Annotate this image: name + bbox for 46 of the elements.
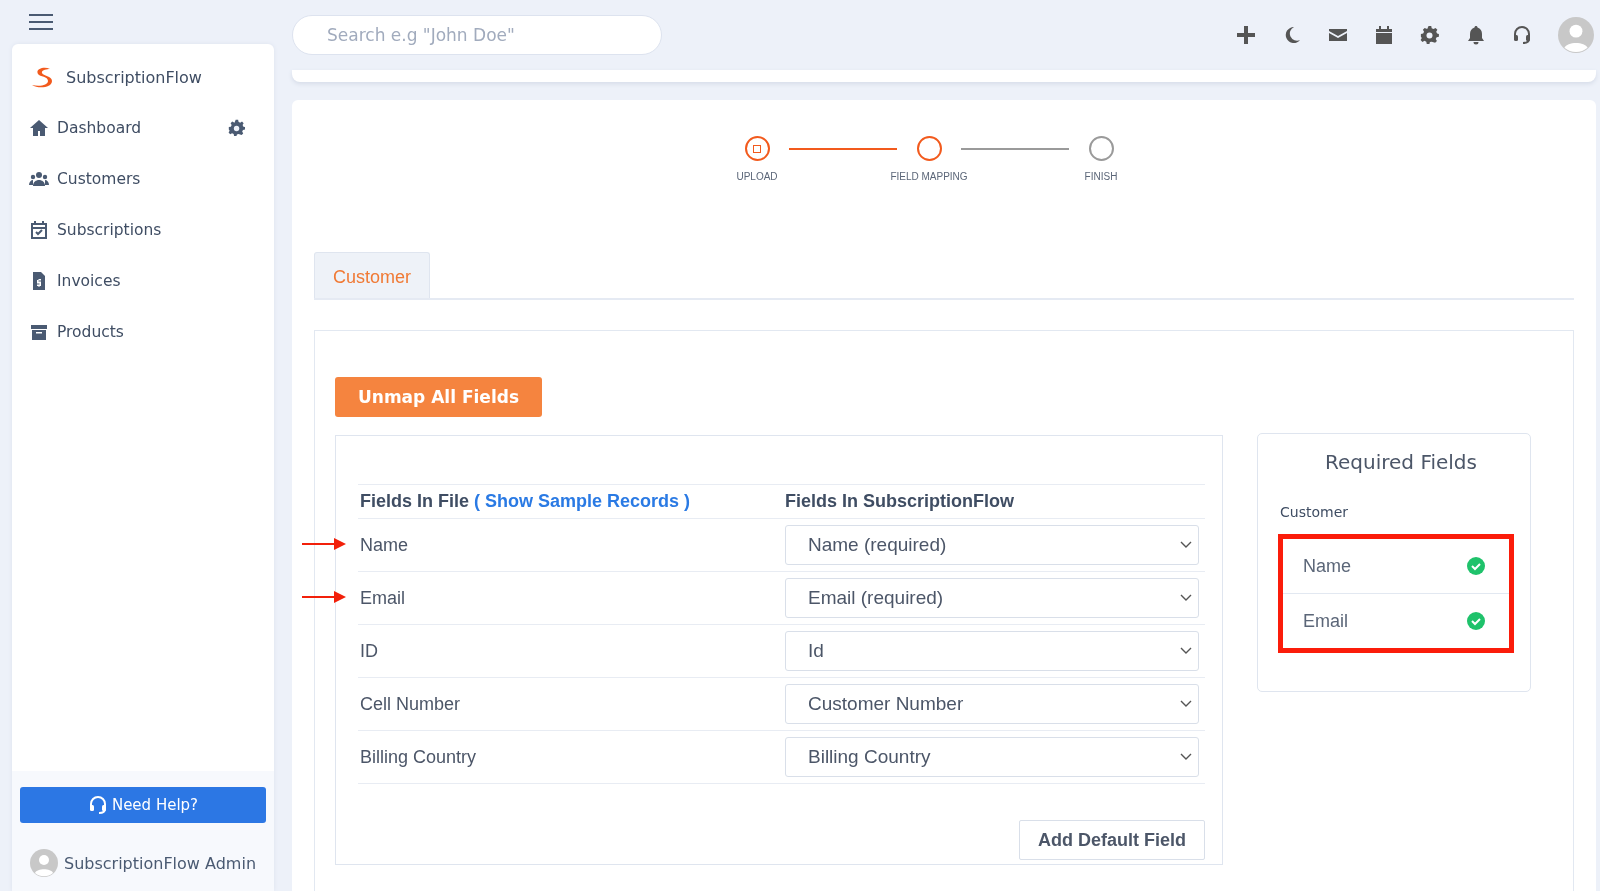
chevron-icon (1180, 594, 1192, 602)
search-field[interactable]: Search e.g "John Doe" (292, 15, 662, 55)
field-dropdown[interactable]: Name (required) (785, 525, 1199, 565)
file-field-name: Billing Country (359, 746, 478, 768)
chevron-icon (1180, 700, 1192, 708)
bell-icon[interactable] (1466, 25, 1486, 45)
required-field-name: Email (1303, 610, 1348, 632)
settings-icon[interactable] (1420, 25, 1440, 45)
field-dropdown[interactable]: Id (785, 631, 1199, 671)
headset-icon[interactable] (1512, 25, 1532, 45)
nav-item[interactable]: Invoices (12, 255, 274, 306)
column-header: Fields In SubscriptionFlow (785, 491, 1014, 512)
add-default-field-button[interactable]: Add Default Field (1019, 820, 1205, 860)
show-sample-records-link[interactable]: ( Show Sample Records ) (474, 491, 691, 512)
chevron-icon (1180, 647, 1192, 655)
nav-item[interactable]: Products (12, 306, 274, 357)
file-field-name: Cell Number (359, 693, 462, 715)
need-help-button[interactable]: Need Help? (20, 787, 266, 823)
required-field-name: Name (1303, 555, 1351, 577)
headset-icon (87, 795, 108, 815)
calendar-icon[interactable] (1374, 25, 1394, 45)
nav-icon (29, 117, 49, 138)
chevron-icon (1180, 753, 1192, 761)
chevron-icon (1180, 541, 1192, 549)
nav-item[interactable]: Customers (12, 153, 274, 204)
step-label: FINISH (1084, 171, 1118, 182)
brand-name: SubscriptionFlow (66, 67, 202, 87)
plus-icon[interactable] (1236, 25, 1256, 45)
file-field-name: ID (359, 640, 379, 662)
file-field-name: Email (359, 587, 406, 609)
step-label: FIELD MAPPING (890, 171, 968, 182)
column-header: Fields In File (360, 491, 470, 512)
field-dropdown[interactable]: Billing Country (785, 737, 1199, 777)
file-field-name: Name (359, 534, 409, 556)
field-dropdown[interactable]: Email (required) (785, 578, 1199, 618)
settings-icon[interactable] (228, 118, 246, 137)
step-label: UPLOAD (736, 171, 778, 182)
nav-icon (29, 219, 49, 240)
card-title: Required Fields (1324, 450, 1478, 474)
group-label: Customer (1280, 504, 1349, 520)
user-name: SubscriptionFlow Admin (64, 853, 256, 873)
nav-item[interactable]: Subscriptions (12, 204, 274, 255)
avatar-icon (30, 849, 58, 877)
nav-item[interactable]: Dashboard (12, 102, 274, 153)
menu-icon[interactable] (29, 14, 53, 30)
field-dropdown[interactable]: Customer Number (785, 684, 1199, 724)
